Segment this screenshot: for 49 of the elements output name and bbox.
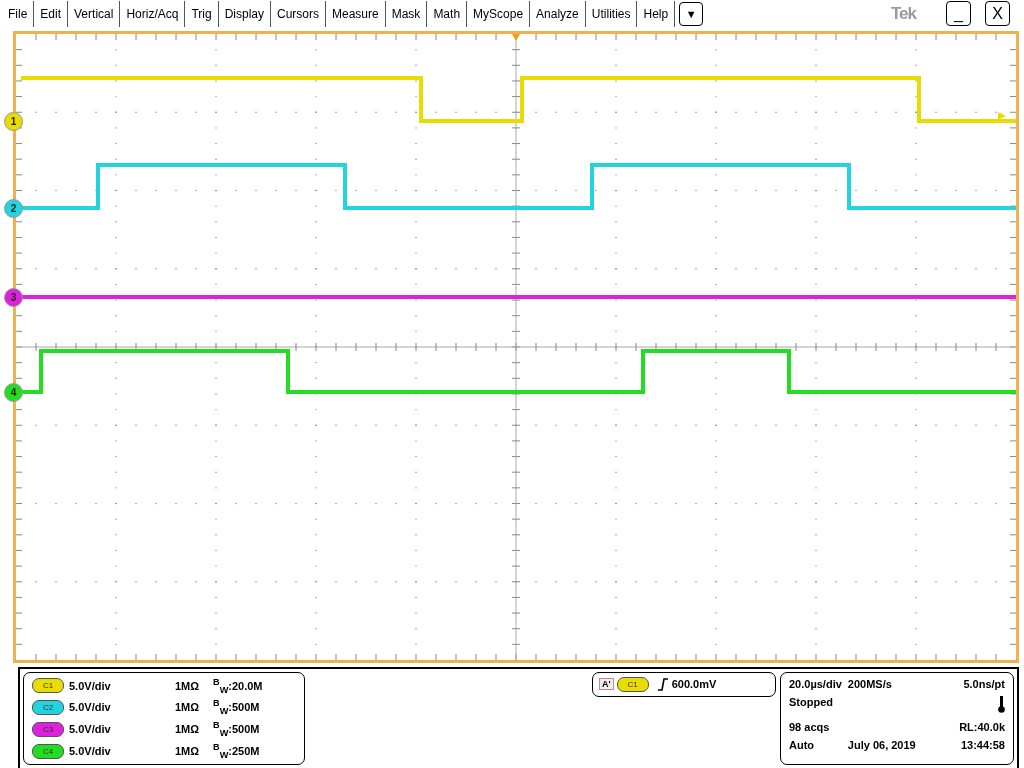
sample-rate: 200MS/s bbox=[847, 677, 893, 690]
record-length: RL:40.0k bbox=[959, 720, 1005, 733]
trigger-mode: Auto bbox=[789, 738, 816, 751]
menu-item[interactable]: Edit bbox=[34, 0, 69, 27]
menu-item[interactable]: Mask bbox=[385, 0, 428, 27]
input-impedance: 1MΩ bbox=[175, 679, 201, 692]
input-impedance: 1MΩ bbox=[175, 723, 201, 736]
horizontal-scale: 20.0µs/div bbox=[789, 677, 842, 690]
channel-marker[interactable]: 1 bbox=[4, 111, 23, 131]
channel-marker[interactable]: 2 bbox=[4, 198, 23, 218]
trigger-position-icon bbox=[512, 33, 520, 41]
vertical-scale: 5.0V/div bbox=[69, 723, 112, 736]
rising-edge-icon bbox=[656, 677, 669, 691]
menu-item[interactable]: Math bbox=[427, 0, 468, 27]
channel-badge[interactable]: C2 bbox=[32, 699, 64, 715]
menu-item[interactable]: Trig bbox=[185, 0, 219, 27]
acquisition-count: 98 acqs bbox=[789, 720, 831, 733]
channel-badge[interactable]: C1 bbox=[32, 678, 64, 694]
vertical-scale: 5.0V/div bbox=[69, 745, 112, 758]
menu-item[interactable]: Analyze bbox=[530, 0, 586, 27]
menu-item[interactable]: Display bbox=[218, 0, 271, 27]
time-resolution: 5.0ns/pt bbox=[962, 677, 1005, 690]
channel-marker[interactable]: 3 bbox=[4, 287, 23, 307]
time: 13:44:58 bbox=[959, 738, 1005, 751]
acquisition-state: Stopped bbox=[789, 695, 834, 710]
menu-dropdown-button[interactable]: ▼ bbox=[679, 1, 704, 26]
menu-item[interactable]: Measure bbox=[326, 0, 386, 27]
channel-marker[interactable]: 4 bbox=[4, 382, 23, 402]
trigger-level-icon bbox=[998, 111, 1006, 120]
channel-badge[interactable]: C4 bbox=[32, 743, 64, 759]
menu-item[interactable]: Vertical bbox=[68, 0, 121, 27]
close-button[interactable]: X bbox=[985, 1, 1010, 27]
menu-item[interactable]: MyScope bbox=[467, 0, 531, 27]
trigger-level: 600.0mV bbox=[671, 678, 717, 691]
logo: Tek bbox=[890, 3, 916, 24]
trigger-mode-tag: A' bbox=[599, 678, 614, 691]
menu-item[interactable]: Help bbox=[637, 0, 676, 27]
thermometer-icon bbox=[998, 695, 1005, 713]
input-impedance: 1MΩ bbox=[175, 745, 201, 758]
menu-item[interactable]: Utilities bbox=[585, 0, 638, 27]
trigger-source-badge[interactable]: C1 bbox=[616, 676, 649, 692]
menu-item[interactable]: Horiz/Acq bbox=[120, 0, 186, 27]
vertical-scale: 5.0V/div bbox=[69, 701, 112, 714]
menu-item[interactable]: Cursors bbox=[271, 0, 326, 27]
minimize-button[interactable]: _ bbox=[946, 1, 971, 27]
date: July 06, 2019 bbox=[847, 738, 917, 751]
vertical-scale: 5.0V/div bbox=[69, 679, 112, 692]
input-impedance: 1MΩ bbox=[175, 701, 201, 714]
menu-item[interactable]: File bbox=[2, 0, 35, 27]
